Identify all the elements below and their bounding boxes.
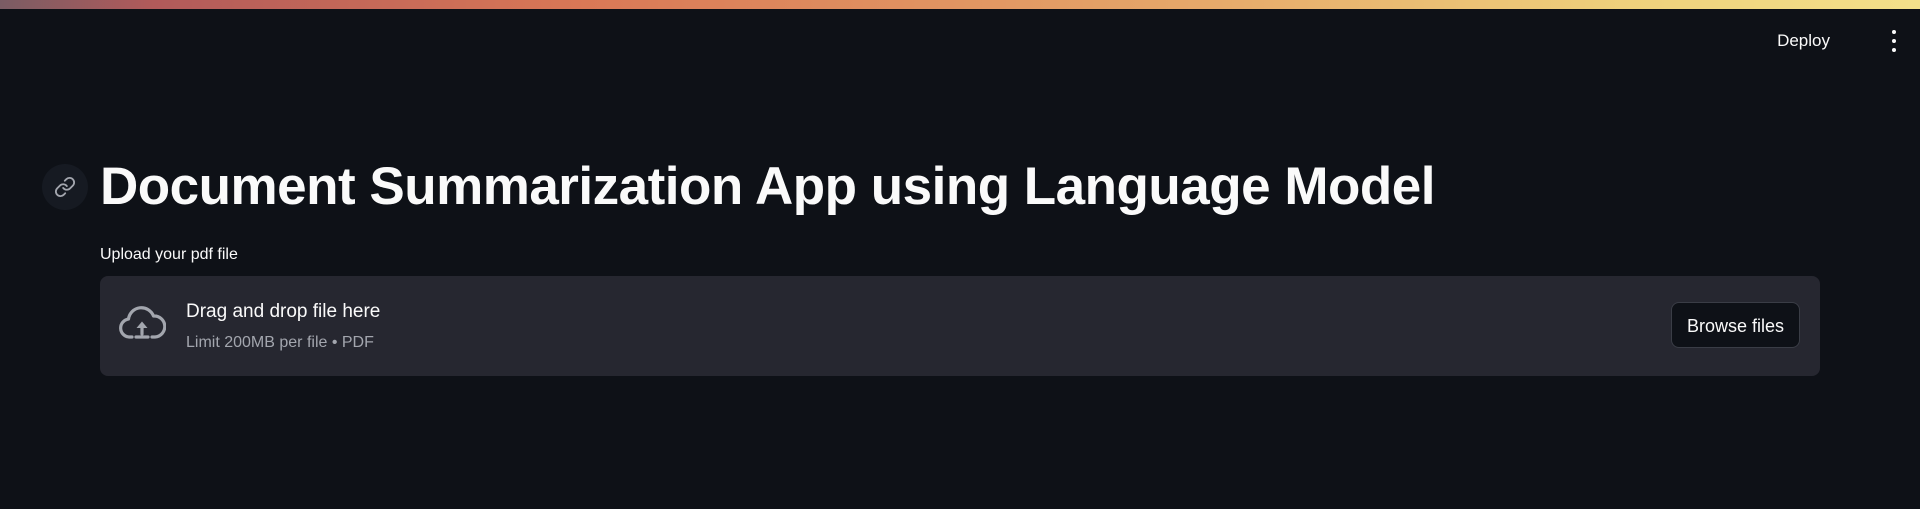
upload-label: Upload your pdf file xyxy=(100,246,238,263)
dropzone-limit-text: Limit 200MB per file • PDF xyxy=(186,334,374,351)
header-decoration-bar xyxy=(0,0,1920,12)
more-vertical-icon[interactable] xyxy=(1888,30,1900,52)
link-icon[interactable] xyxy=(42,164,88,210)
deploy-button[interactable]: Deploy xyxy=(1771,28,1836,54)
browse-files-button[interactable]: Browse files xyxy=(1670,302,1800,348)
dropzone-instruction: Drag and drop file here xyxy=(186,301,381,322)
top-toolbar: Deploy xyxy=(1620,26,1920,56)
file-dropzone[interactable]: Drag and drop file here Limit 200MB per … xyxy=(100,276,1820,376)
page-title: Document Summarization App using Languag… xyxy=(100,157,1435,216)
cloud-upload-icon xyxy=(118,304,167,344)
